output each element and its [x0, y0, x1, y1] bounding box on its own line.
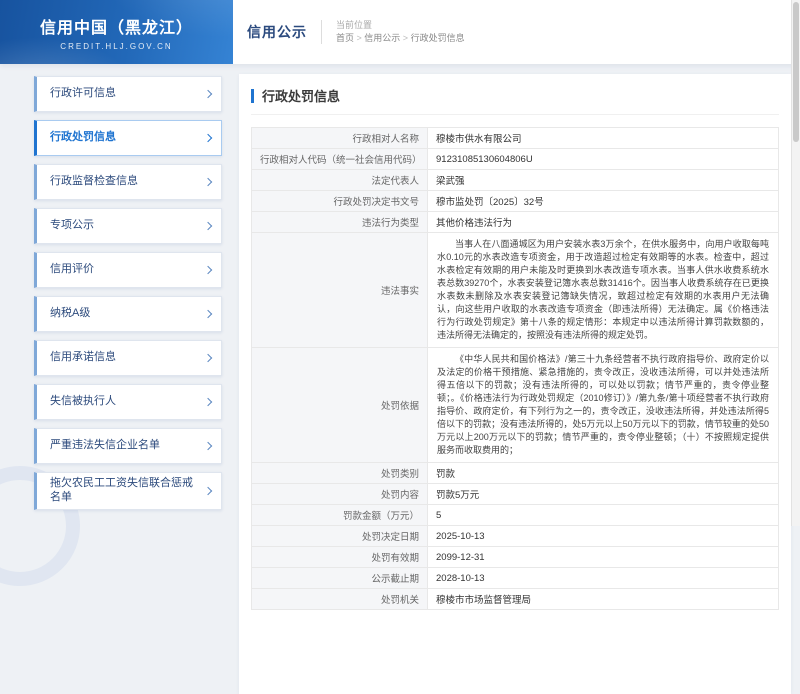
info-row-value: 当事人在八面通城区为用户安装水表3万余个，在供水服务中，向用户收取每吨水0.10…: [428, 233, 779, 348]
info-row-label: 处罚依据: [252, 348, 428, 463]
sidebar-item-label: 专项公示: [50, 219, 94, 233]
info-row-label: 处罚机关: [252, 589, 428, 610]
sidebar-item[interactable]: 行政监督检查信息: [34, 164, 222, 200]
sidebar-item[interactable]: 行政许可信息: [34, 76, 222, 112]
info-row-label: 罚款金额（万元）: [252, 505, 428, 526]
chevron-right-icon: [204, 487, 212, 495]
sidebar-item[interactable]: 专项公示: [34, 208, 222, 244]
sidebar-item-label: 纳税A级: [50, 307, 90, 321]
sidebar-item-label: 失信被执行人: [50, 395, 116, 409]
title-accent-bar: [251, 89, 254, 103]
info-row: 处罚决定日期2025-10-13: [252, 526, 779, 547]
info-row-value: 2028-10-13: [428, 568, 779, 589]
site-title: 信用中国（黑龙江）: [40, 14, 193, 38]
info-row-value: 91231085130604806U: [428, 149, 779, 170]
page-header: 信用中国（黑龙江） CREDIT.HLJ.GOV.CN 信用公示 当前位置 首页…: [0, 0, 800, 64]
info-row-value: 穆棱市供水有限公司: [428, 128, 779, 149]
sidebar-item-label: 行政许可信息: [50, 87, 116, 101]
chevron-right-icon: [204, 310, 212, 318]
info-row: 违法行为类型其他价格违法行为: [252, 212, 779, 233]
sidebar: 行政许可信息行政处罚信息行政监督检查信息专项公示信用评价纳税A级信用承诺信息失信…: [34, 76, 222, 518]
sidebar-item-label: 严重违法失信企业名单: [50, 439, 160, 453]
info-row: 公示截止期2028-10-13: [252, 568, 779, 589]
sidebar-item[interactable]: 纳税A级: [34, 296, 222, 332]
breadcrumb-separator: >: [400, 33, 410, 43]
site-banner: 信用中国（黑龙江） CREDIT.HLJ.GOV.CN: [0, 0, 233, 64]
info-row-value: 2099-12-31: [428, 547, 779, 568]
info-row: 行政处罚决定书文号穆市监处罚〔2025〕32号: [252, 191, 779, 212]
sidebar-item[interactable]: 拖欠农民工工资失信联合惩戒名单: [34, 472, 222, 510]
chevron-right-icon: [204, 178, 212, 186]
sidebar-item-label: 行政处罚信息: [50, 131, 116, 145]
info-row-label: 处罚决定日期: [252, 526, 428, 547]
page-title: 行政处罚信息: [251, 86, 779, 115]
chevron-right-icon: [204, 90, 212, 98]
info-row: 处罚依据《中华人民共和国价格法》/第三十九条经营者不执行政府指导价、政府定价以及…: [252, 348, 779, 463]
info-row-label: 处罚有效期: [252, 547, 428, 568]
breadcrumb-path: 首页 > 信用公示 > 行政处罚信息: [336, 32, 465, 46]
info-row-label: 行政处罚决定书文号: [252, 191, 428, 212]
breadcrumb-link[interactable]: 行政处罚信息: [411, 33, 465, 43]
sidebar-item[interactable]: 信用评价: [34, 252, 222, 288]
breadcrumb: 当前位置 首页 > 信用公示 > 行政处罚信息: [336, 19, 465, 46]
chevron-right-icon: [204, 442, 212, 450]
sidebar-item[interactable]: 失信被执行人: [34, 384, 222, 420]
info-row: 处罚类别罚款: [252, 463, 779, 484]
info-row-label: 违法行为类型: [252, 212, 428, 233]
scrollbar-thumb[interactable]: [793, 2, 799, 142]
info-row: 行政相对人代码（统一社会信用代码）91231085130604806U: [252, 149, 779, 170]
header-divider: [321, 20, 322, 44]
info-row-value: 梁武强: [428, 170, 779, 191]
info-row-label: 公示截止期: [252, 568, 428, 589]
main-panel: 行政处罚信息 行政相对人名称穆棱市供水有限公司行政相对人代码（统一社会信用代码）…: [239, 74, 791, 694]
info-row: 法定代表人梁武强: [252, 170, 779, 191]
breadcrumb-label: 当前位置: [336, 19, 465, 33]
info-row-value: 其他价格违法行为: [428, 212, 779, 233]
page-title-text: 行政处罚信息: [262, 86, 340, 105]
sidebar-item[interactable]: 信用承诺信息: [34, 340, 222, 376]
sidebar-item-label: 信用承诺信息: [50, 351, 116, 365]
info-row: 违法事实当事人在八面通城区为用户安装水表3万余个，在供水服务中，向用户收取每吨水…: [252, 233, 779, 348]
info-row-value: 罚款: [428, 463, 779, 484]
scrollbar[interactable]: [791, 0, 800, 526]
info-row-label: 法定代表人: [252, 170, 428, 191]
sidebar-item-label: 行政监督检查信息: [50, 175, 138, 189]
info-row: 处罚有效期2099-12-31: [252, 547, 779, 568]
info-row-label: 行政相对人名称: [252, 128, 428, 149]
info-row-value: 2025-10-13: [428, 526, 779, 547]
info-row: 行政相对人名称穆棱市供水有限公司: [252, 128, 779, 149]
breadcrumb-separator: >: [354, 33, 364, 43]
breadcrumb-link[interactable]: 首页: [336, 33, 354, 43]
info-row-value: 穆市监处罚〔2025〕32号: [428, 191, 779, 212]
info-row-label: 处罚内容: [252, 484, 428, 505]
sidebar-item-label: 信用评价: [50, 263, 94, 277]
info-row-label: 行政相对人代码（统一社会信用代码）: [252, 149, 428, 170]
chevron-right-icon: [204, 398, 212, 406]
site-url: CREDIT.HLJ.GOV.CN: [60, 42, 172, 51]
info-row-label: 违法事实: [252, 233, 428, 348]
chevron-right-icon: [204, 222, 212, 230]
breadcrumb-link[interactable]: 信用公示: [364, 33, 400, 43]
info-row: 罚款金额（万元）5: [252, 505, 779, 526]
info-row-label: 处罚类别: [252, 463, 428, 484]
info-row: 处罚机关穆棱市市场监督管理局: [252, 589, 779, 610]
info-row-value: 罚款5万元: [428, 484, 779, 505]
chevron-right-icon: [204, 266, 212, 274]
info-table: 行政相对人名称穆棱市供水有限公司行政相对人代码（统一社会信用代码）9123108…: [251, 127, 779, 610]
section-head: 信用公示 当前位置 首页 > 信用公示 > 行政处罚信息: [247, 0, 465, 64]
section-title: 信用公示: [247, 22, 307, 42]
info-row: 处罚内容罚款5万元: [252, 484, 779, 505]
sidebar-item[interactable]: 行政处罚信息: [34, 120, 222, 156]
sidebar-item[interactable]: 严重违法失信企业名单: [34, 428, 222, 464]
info-row-value: 穆棱市市场监督管理局: [428, 589, 779, 610]
sidebar-item-label: 拖欠农民工工资失信联合惩戒名单: [50, 477, 199, 505]
chevron-right-icon: [204, 354, 212, 362]
info-row-value: 5: [428, 505, 779, 526]
chevron-right-icon: [204, 134, 212, 142]
info-row-value: 《中华人民共和国价格法》/第三十九条经营者不执行政府指导价、政府定价以及法定的价…: [428, 348, 779, 463]
